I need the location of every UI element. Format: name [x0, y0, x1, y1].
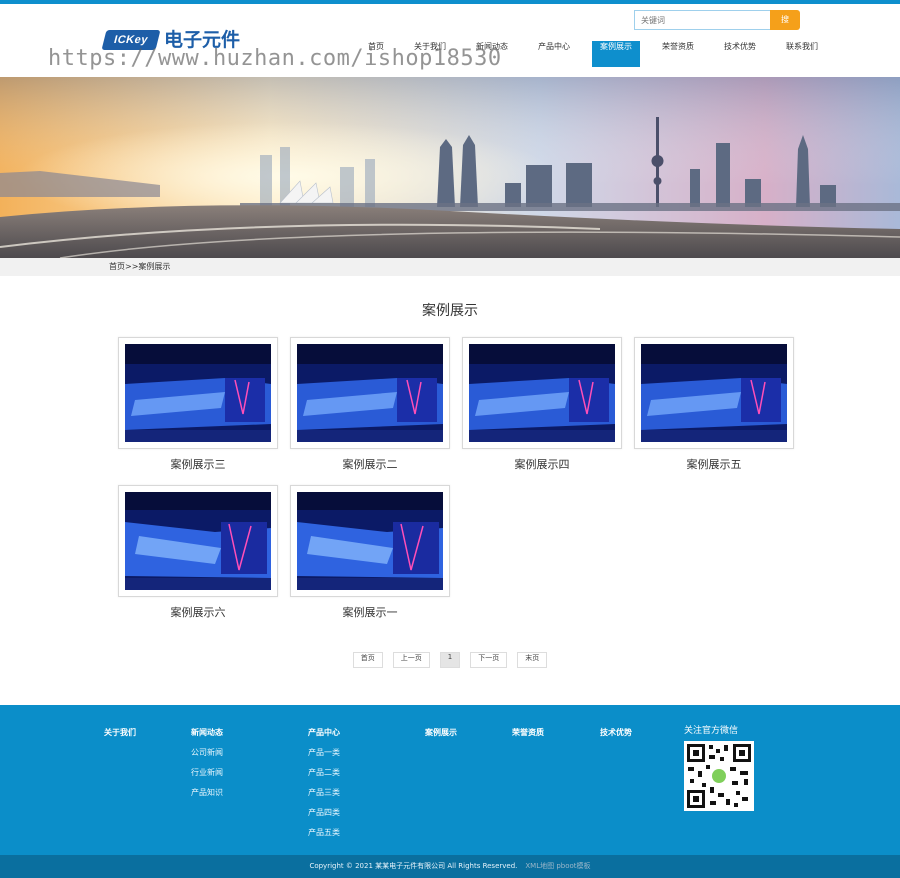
breadcrumb[interactable]: 首页>>案例展示 — [109, 258, 170, 276]
footer-column-products: 产品中心 产品一类 产品二类 产品三类 产品四类 产品五类 — [308, 727, 340, 847]
nav-item-cases[interactable]: 案例展示 — [592, 41, 640, 67]
footer-link[interactable]: 产品五类 — [308, 827, 340, 838]
case-card[interactable]: 案例展示一 — [290, 485, 450, 620]
search-input[interactable] — [634, 10, 772, 30]
case-card[interactable]: 案例展示五 — [634, 337, 794, 472]
footer-link[interactable]: 产品三类 — [308, 787, 340, 798]
pager-last-button[interactable]: 末页 — [517, 652, 548, 668]
site-footer: 关于我们 新闻动态 公司新闻 行业新闻 产品知识 产品中心 产品一类 产品二类 … — [0, 705, 900, 855]
case-thumbnail-image — [641, 344, 787, 442]
search-box: 搜 — [634, 10, 800, 30]
footer-column-news: 新闻动态 公司新闻 行业新闻 产品知识 — [191, 727, 223, 807]
nav-item-contact[interactable]: 联系我们 — [778, 41, 826, 67]
case-thumbnail-frame — [290, 485, 450, 597]
footer-bottom-bar: Copyright © 2021 某某电子元件有限公司 All Rights R… — [0, 855, 900, 878]
case-title[interactable]: 案例展示二 — [290, 456, 450, 472]
nav-item-products[interactable]: 产品中心 — [530, 41, 578, 67]
pager-next-button[interactable]: 下一页 — [470, 652, 508, 668]
case-card[interactable]: 案例展示三 — [118, 337, 278, 472]
nav-item-tech[interactable]: 技术优势 — [716, 41, 764, 67]
top-accent-bar — [0, 0, 900, 4]
watermark-text: https://www.huzhan.com/ishop18530 — [48, 46, 502, 71]
hero-banner-image — [0, 77, 900, 258]
case-card[interactable]: 案例展示六 — [118, 485, 278, 620]
case-thumbnail-image — [297, 344, 443, 442]
case-title[interactable]: 案例展示六 — [118, 604, 278, 620]
case-card[interactable]: 案例展示二 — [290, 337, 450, 472]
case-title[interactable]: 案例展示五 — [634, 456, 794, 472]
case-card[interactable]: 案例展示四 — [462, 337, 622, 472]
footer-column-title[interactable]: 新闻动态 — [191, 727, 223, 738]
search-button[interactable]: 搜 — [770, 10, 800, 30]
footer-link[interactable]: 公司新闻 — [191, 747, 223, 758]
case-title[interactable]: 案例展示四 — [462, 456, 622, 472]
footer-column-about: 关于我们 — [104, 727, 136, 747]
case-thumbnail-image — [125, 492, 271, 590]
footer-column-cases: 案例展示 — [425, 727, 457, 747]
case-thumbnail-frame — [634, 337, 794, 449]
copyright-text: Copyright © 2021 某某电子元件有限公司 All Rights R… — [0, 855, 900, 878]
copyright-label: Copyright © 2021 某某电子元件有限公司 All Rights R… — [309, 862, 518, 870]
case-thumbnail-image — [297, 492, 443, 590]
pager-prev-button[interactable]: 上一页 — [392, 652, 430, 668]
footer-column-title[interactable]: 产品中心 — [308, 727, 340, 738]
case-thumbnail-image — [469, 344, 615, 442]
wechat-title: 关注官方微信 — [684, 726, 739, 736]
footer-link[interactable]: 产品二类 — [308, 767, 340, 778]
case-thumbnail-frame — [118, 485, 278, 597]
page-title: 案例展示 — [422, 303, 478, 319]
pager-first-button[interactable]: 首页 — [352, 652, 383, 668]
case-thumbnail-image — [125, 344, 271, 442]
footer-link[interactable]: 产品四类 — [308, 807, 340, 818]
nav-item-honors[interactable]: 荣誉资质 — [654, 41, 702, 67]
breadcrumb-bar: 首页>>案例展示 — [0, 258, 900, 276]
footer-column-honors: 荣誉资质 — [512, 727, 544, 747]
footer-link[interactable]: 行业新闻 — [191, 767, 223, 778]
icp-links[interactable]: XML地图 pboot模板 — [525, 862, 590, 870]
case-title[interactable]: 案例展示三 — [118, 456, 278, 472]
pagination: 首页 上一页 1 下一页 末页 — [0, 652, 900, 668]
footer-column-title[interactable]: 荣誉资质 — [512, 727, 544, 738]
case-thumbnail-frame — [118, 337, 278, 449]
footer-link[interactable]: 产品一类 — [308, 747, 340, 758]
pager-current-page[interactable]: 1 — [439, 652, 461, 668]
footer-column-title[interactable]: 关于我们 — [104, 727, 136, 738]
footer-column-title[interactable]: 技术优势 — [600, 727, 632, 738]
case-thumbnail-frame — [290, 337, 450, 449]
wechat-qr-code-icon — [684, 741, 754, 811]
case-thumbnail-frame — [462, 337, 622, 449]
footer-link[interactable]: 产品知识 — [191, 787, 223, 798]
footer-column-tech: 技术优势 — [600, 727, 632, 747]
footer-column-title[interactable]: 案例展示 — [425, 727, 457, 738]
case-title[interactable]: 案例展示一 — [290, 604, 450, 620]
